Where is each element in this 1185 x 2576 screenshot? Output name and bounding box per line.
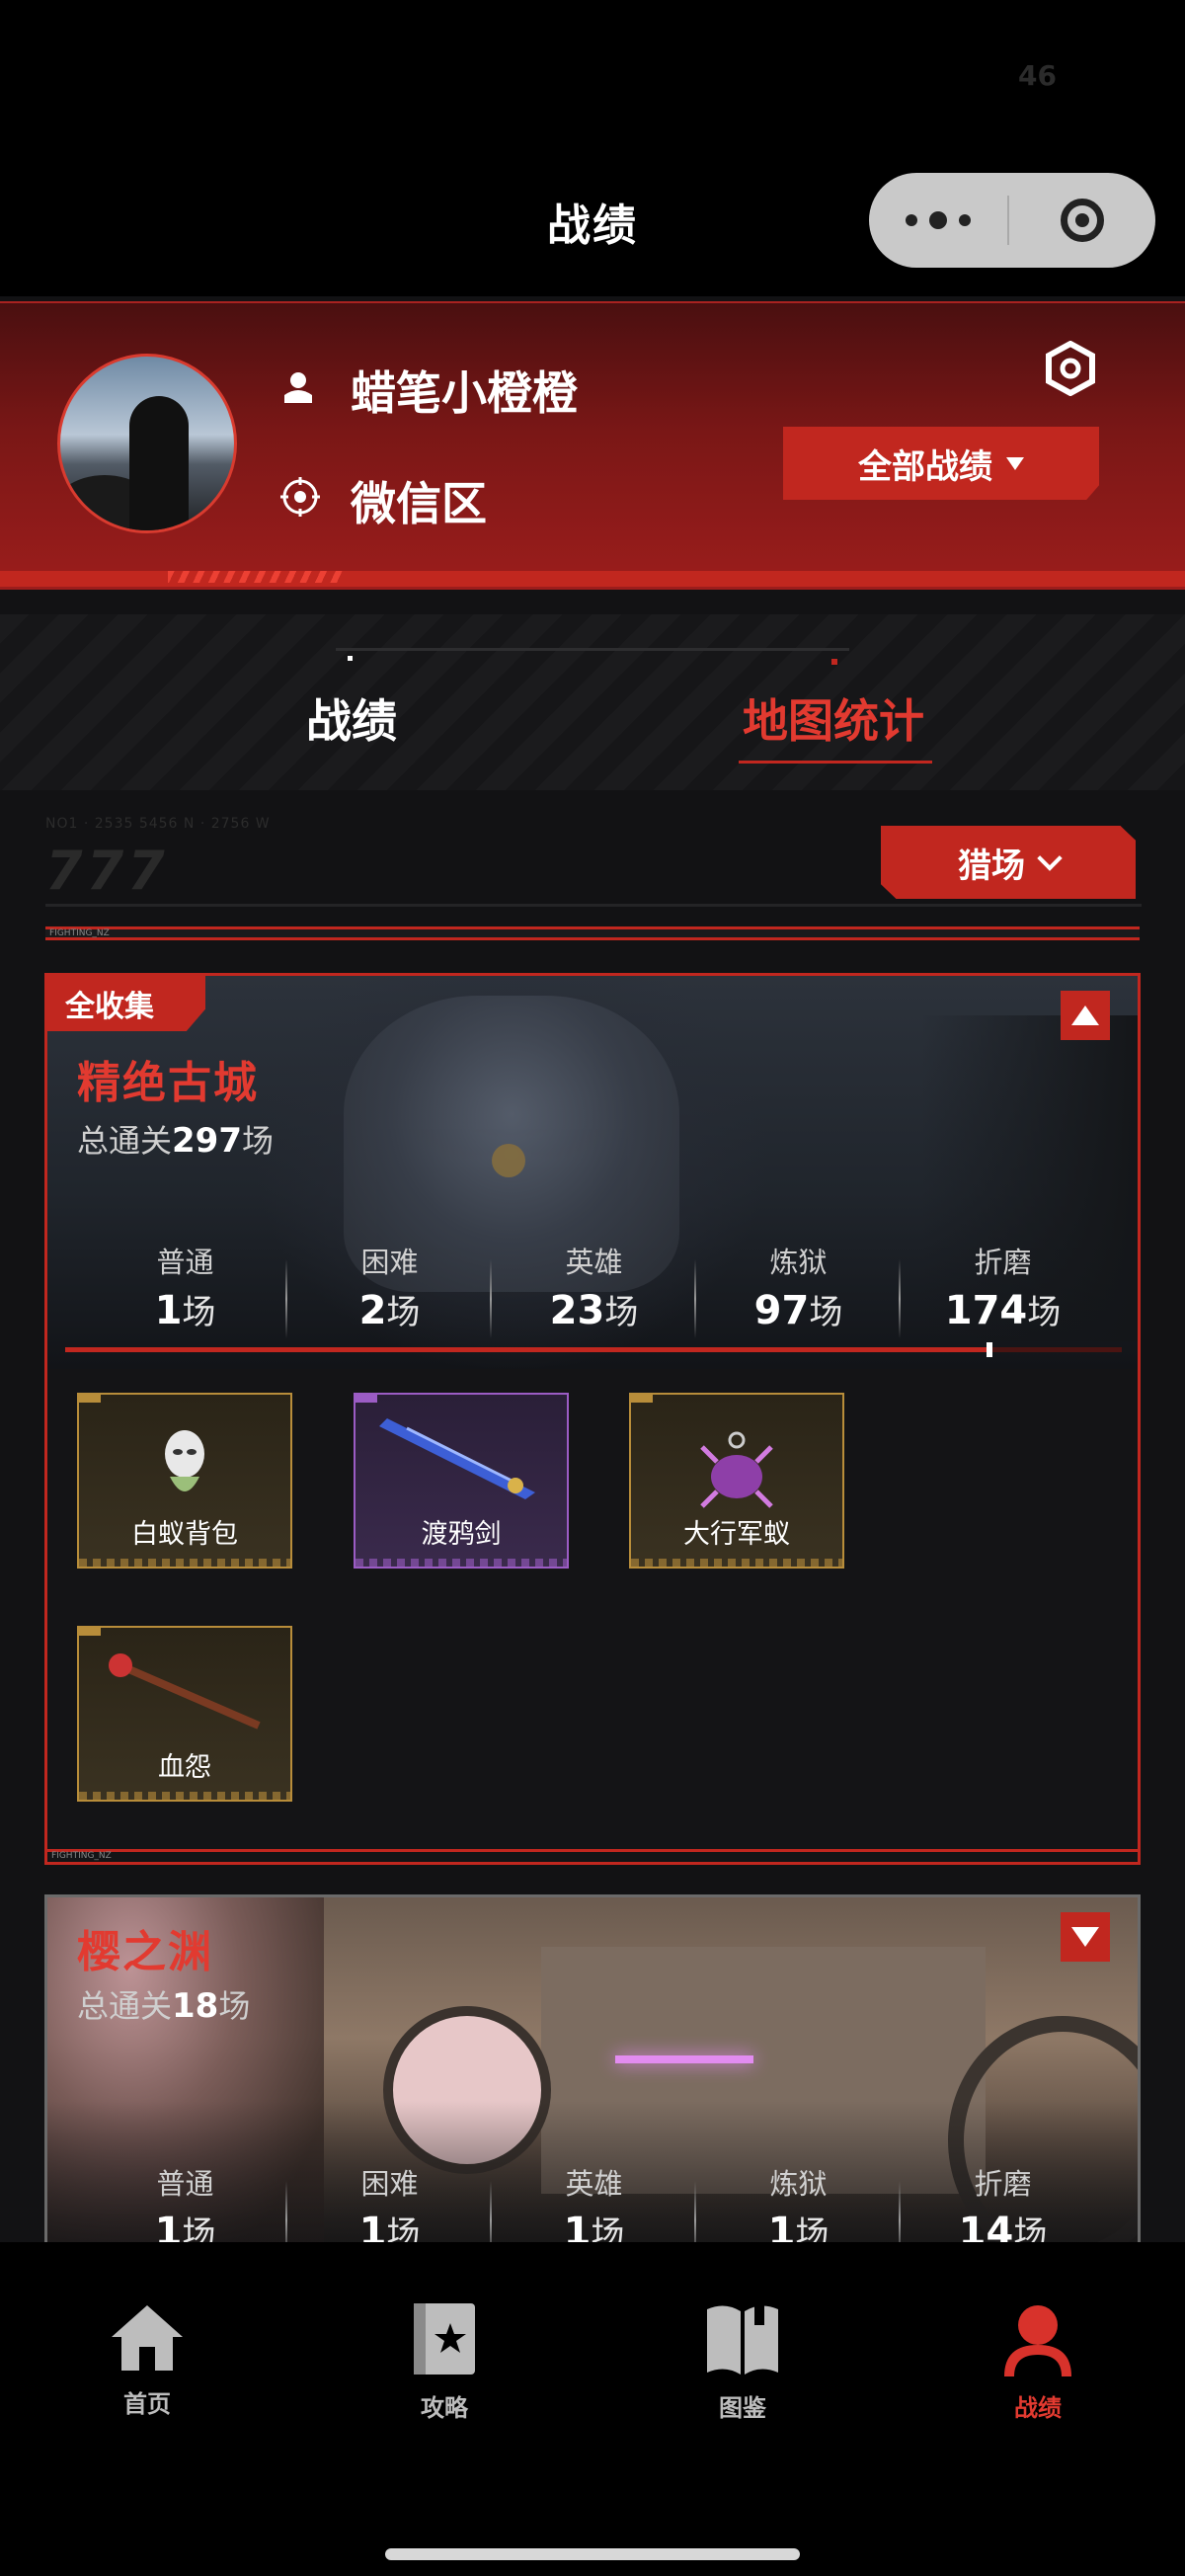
mode-dropdown[interactable]: 猎场 [881, 826, 1136, 899]
stat-hero: 英雄 23场 [492, 1240, 696, 1338]
item-card[interactable]: 渡鸦剑 [354, 1393, 569, 1569]
tab-home[interactable]: 首页 [73, 2301, 221, 2419]
sword-icon [379, 1418, 535, 1499]
avatar[interactable] [57, 354, 237, 533]
profile-icon [1004, 2305, 1071, 2376]
zone-icon [280, 477, 320, 517]
tab-records[interactable]: 战绩 [306, 685, 397, 751]
triangle-up-icon [1071, 1006, 1099, 1025]
tab-map-stats[interactable]: 地图统计 [743, 685, 924, 751]
triangle-down-icon [1006, 456, 1024, 470]
mode-label: 猎场 [958, 845, 1025, 886]
stat-purgatory: 炼狱 97场 [696, 1240, 901, 1338]
item-name: 血怨 [158, 1752, 211, 1783]
stat-normal: 普通 1场 [83, 1240, 287, 1338]
card-footer-separator: FIGHTING_NZ [47, 1849, 1138, 1864]
army-ant-icon [700, 1431, 773, 1508]
stat-purgatory: 炼狱 1场 [696, 2161, 901, 2260]
stat-hero: 英雄 1场 [492, 2161, 696, 2260]
divider [45, 904, 1142, 907]
profile-stripe-decoration [168, 571, 346, 583]
tabs-bar [0, 614, 1185, 790]
tab-codex[interactable]: 图鉴 [669, 2301, 817, 2423]
section-separator: FIGHTING_NZ [45, 926, 1140, 940]
tabs-decor-dot [348, 656, 353, 661]
collection-progress-bar [65, 1342, 1122, 1357]
dot-icon [959, 214, 971, 226]
item-card[interactable]: 大行军蚁 [629, 1393, 844, 1569]
separator-label: FIGHTING_NZ [49, 928, 110, 938]
user-name: 蜡笔小橙橙 [351, 366, 578, 420]
mask-backpack-icon [165, 1430, 204, 1491]
user-icon [284, 372, 312, 403]
full-collection-badge: 全收集 [47, 976, 205, 1031]
home-indicator[interactable] [385, 2548, 800, 2560]
triangle-down-icon [1071, 1927, 1099, 1947]
map-name: 精绝古城 [77, 1058, 259, 1108]
status-number: 46 [1018, 59, 1057, 92]
stat-hard: 困难 1场 [287, 2161, 492, 2260]
active-tab-underline [739, 761, 932, 764]
expand-button[interactable] [1061, 1912, 1110, 1962]
guide-book-icon [414, 2303, 475, 2375]
target-circle-icon [1061, 199, 1104, 242]
collapse-button[interactable] [1061, 991, 1110, 1040]
progress-marker [987, 1342, 993, 1357]
tab-records-nav[interactable]: 战绩 [964, 2301, 1112, 2423]
chevron-down-icon [1037, 845, 1063, 871]
item-name: 白蚁背包 [131, 1519, 238, 1550]
item-card[interactable]: 白蚁背包 [77, 1393, 292, 1569]
decor-big-text: 777 [45, 840, 169, 902]
map-total-clears: 总通关297场 [77, 1121, 275, 1161]
tabs-decor-dot [831, 659, 837, 665]
map-name: 樱之渊 [77, 1927, 213, 1977]
zone-name: 微信区 [351, 477, 487, 530]
close-miniprogram-button[interactable] [1009, 199, 1155, 242]
map-total-clears: 总通关18场 [77, 1986, 251, 2026]
item-card[interactable]: 血怨 [77, 1626, 292, 1802]
dot-icon [906, 214, 917, 226]
decor-coordinates-text: NO1 · 2535 5456 N · 2756 W [45, 816, 271, 832]
settings-hexagon-icon[interactable] [1045, 341, 1096, 396]
stat-torment: 折磨 14场 [958, 2167, 1048, 2255]
stat-hard: 困难 2场 [287, 1240, 492, 1338]
home-icon [112, 2305, 183, 2371]
tabs-decor-line [336, 648, 849, 651]
dot-icon [929, 211, 947, 229]
miniprogram-capsule [869, 173, 1155, 268]
all-records-dropdown[interactable]: 全部战绩 [783, 427, 1099, 500]
more-menu-button[interactable] [869, 173, 1007, 268]
stat-normal: 普通 1场 [83, 2161, 287, 2260]
tab-guide[interactable]: 攻略 [370, 2301, 518, 2423]
difficulty-stats: 普通 1场 困难 2场 英雄 23场 炼狱 97场 折磨 174场 [83, 1240, 1105, 1338]
progress-fill [65, 1347, 990, 1352]
open-book-icon [707, 2303, 778, 2375]
difficulty-stats: 普通 1场 困难 1场 英雄 1场 炼狱 1场 折磨 14场 [83, 2161, 1105, 2260]
staff-icon [109, 1653, 261, 1730]
item-name: 大行军蚁 [683, 1519, 790, 1550]
stat-torment: 折磨 174场 [944, 1246, 1062, 1333]
item-name: 渡鸦剑 [421, 1519, 502, 1550]
all-records-label: 全部战绩 [858, 446, 992, 487]
